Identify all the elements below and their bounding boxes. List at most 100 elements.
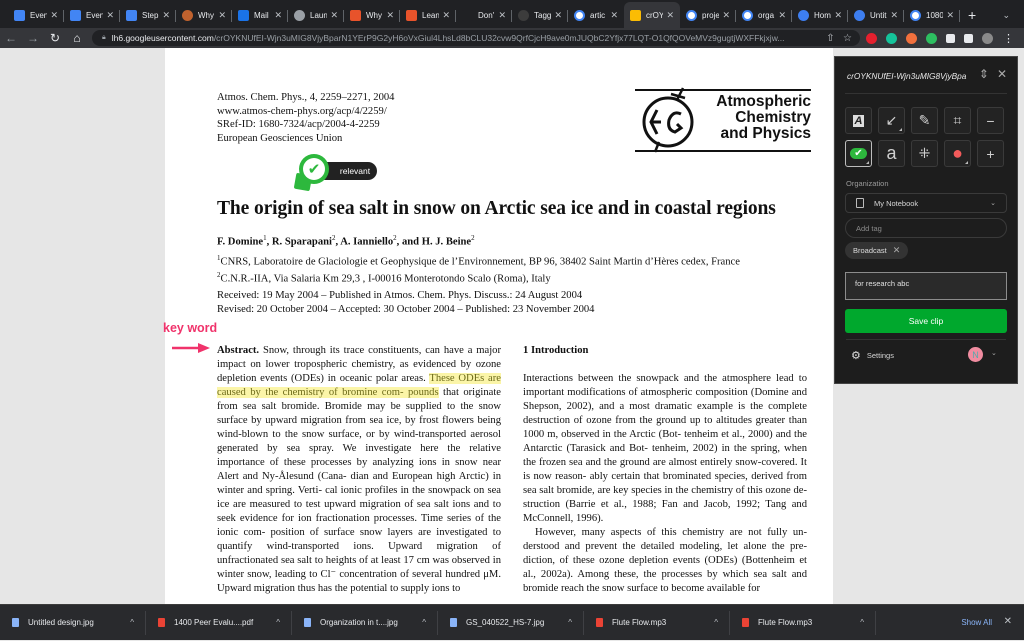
close-tab-icon[interactable]: ✕	[106, 10, 114, 21]
tool-row: ✔ a ⁜ ● +	[845, 140, 1009, 167]
egu-logo-icon	[642, 87, 694, 153]
sidepanel-icon[interactable]	[964, 33, 973, 43]
back-button[interactable]: ←	[0, 31, 22, 45]
forward-button[interactable]: →	[22, 31, 44, 45]
tab-active[interactable]: crOY ✕	[624, 2, 680, 28]
close-tab-icon[interactable]: ✕	[610, 10, 618, 21]
close-tab-icon[interactable]: ✕	[498, 10, 506, 21]
close-shelf-icon[interactable]: ✕	[1004, 616, 1012, 627]
tab[interactable]: Why ✕	[176, 2, 232, 28]
close-tab-icon[interactable]: ✕	[722, 10, 730, 21]
puzzle-extensions-icon[interactable]	[946, 33, 955, 43]
arrow-annotation-icon[interactable]	[172, 343, 210, 353]
close-tab-icon[interactable]: ✕	[946, 10, 954, 21]
tab[interactable]: Even ✕	[8, 2, 64, 28]
evernote-icon[interactable]	[926, 32, 937, 44]
tab-search-button[interactable]: ⌄	[1002, 2, 1010, 28]
tab[interactable]: Untit ✕	[848, 2, 904, 28]
close-icon[interactable]: ✕	[997, 67, 1007, 81]
new-tab-button[interactable]: +	[968, 2, 976, 28]
download-options-chevron-icon[interactable]: ^	[130, 618, 134, 627]
download-item[interactable]: Untitled design.jpg ^	[0, 605, 146, 641]
text-highlight-tool-button[interactable]: A	[845, 107, 872, 134]
remove-tag-icon[interactable]: ✕	[893, 245, 901, 256]
download-item[interactable]: 1400 Peer Evalu....pdf ^	[146, 605, 292, 641]
add-tag-input[interactable]: Add tag	[845, 218, 1007, 238]
share-icon[interactable]: ⇧	[826, 33, 834, 44]
reorder-icon[interactable]: ⇕	[979, 67, 989, 81]
bookmark-star-icon[interactable]: ☆	[843, 33, 852, 44]
text-tool-icon: a	[886, 143, 897, 163]
tab[interactable]: Mail ✕	[232, 2, 288, 28]
download-item[interactable]: GS_040522_HS-7.jpg ^	[438, 605, 584, 641]
tab[interactable]: Hom ✕	[792, 2, 848, 28]
stamp-tool-button[interactable]: ✔	[845, 140, 872, 167]
download-options-chevron-icon[interactable]: ^	[276, 618, 280, 627]
download-item[interactable]: Flute Flow.mp3 ^	[584, 605, 730, 641]
settings-button[interactable]: ⚙ Settings	[851, 349, 894, 362]
close-tab-icon[interactable]: ✕	[834, 10, 842, 21]
zoom-in-button[interactable]: +	[977, 140, 1004, 167]
text-tool-button[interactable]: a	[878, 140, 905, 167]
grammarly-icon[interactable]	[886, 32, 897, 44]
tab[interactable]: Don' ✕	[456, 2, 512, 28]
arrow-tool-icon: ↙	[885, 112, 898, 128]
close-tab-icon[interactable]: ✕	[218, 10, 226, 21]
relevant-stamp[interactable]: relevant ✔	[293, 154, 383, 194]
tag-label: Broadcast	[853, 246, 887, 255]
close-tab-icon[interactable]: ✕	[554, 10, 562, 21]
intro-paragraph: However, many aspects of this chemistry …	[523, 527, 807, 594]
download-item[interactable]: Organization in t....jpg ^	[292, 605, 438, 641]
tab[interactable]: Why ✕	[344, 2, 400, 28]
tab[interactable]: Even ✕	[64, 2, 120, 28]
close-tab-icon[interactable]: ✕	[330, 10, 338, 21]
tab[interactable]: Tagg ✕	[512, 2, 568, 28]
zoom-out-button[interactable]: −	[977, 107, 1004, 134]
notebook-select[interactable]: My Notebook ⌄	[845, 193, 1007, 213]
browser-menu-icon[interactable]: ⋮	[1003, 32, 1014, 45]
download-options-chevron-icon[interactable]: ^	[860, 618, 864, 627]
close-tab-icon[interactable]: ✕	[442, 10, 450, 21]
journal-logo: Atmospheric Chemistry and Physics	[635, 86, 811, 154]
download-options-chevron-icon[interactable]: ^	[568, 618, 572, 627]
chevron-down-icon[interactable]: ⌄	[991, 349, 997, 357]
color-picker-button[interactable]: ●	[944, 140, 971, 167]
megaphone-extension-icon[interactable]	[906, 32, 917, 44]
tab[interactable]: Laun ✕	[288, 2, 344, 28]
tab[interactable]: artic ✕	[568, 2, 624, 28]
download-options-chevron-icon[interactable]: ^	[714, 618, 718, 627]
tab[interactable]: 1080 ✕	[904, 2, 960, 28]
pixelate-tool-button[interactable]: ⁜	[911, 140, 938, 167]
note-textarea[interactable]: for research abc	[845, 272, 1007, 300]
arrow-tool-button[interactable]: ↙	[878, 107, 905, 134]
close-tab-icon[interactable]: ✕	[274, 10, 282, 21]
close-tab-icon[interactable]: ✕	[162, 10, 170, 21]
tab[interactable]: Step ✕	[120, 2, 176, 28]
keyword-annotation[interactable]: key word	[163, 321, 217, 335]
red-extension-icon[interactable]	[866, 32, 877, 44]
account-avatar[interactable]: N	[968, 347, 983, 362]
tab[interactable]: proje ✕	[680, 2, 736, 28]
close-tab-icon[interactable]: ✕	[666, 10, 674, 21]
close-tab-icon[interactable]: ✕	[50, 10, 58, 21]
download-filename: Organization in t....jpg	[320, 618, 398, 627]
home-button[interactable]: ⌂	[66, 31, 88, 45]
tag-chip[interactable]: Broadcast ✕	[845, 242, 909, 259]
address-bar[interactable]: 🔒︎ lh6.googleusercontent.com /crOYKNUfEI…	[92, 30, 860, 46]
profile-avatar-icon[interactable]	[982, 32, 993, 44]
save-clip-button[interactable]: Save clip	[845, 309, 1007, 333]
tab[interactable]: Lean ✕	[400, 2, 456, 28]
tab[interactable]: orga ✕	[736, 2, 792, 28]
close-tab-icon[interactable]: ✕	[778, 10, 786, 21]
pen-tool-button[interactable]: ✎	[911, 107, 938, 134]
ring-icon	[182, 9, 193, 21]
crop-tool-button[interactable]: ⌗	[944, 107, 971, 134]
reload-button[interactable]: ↻	[44, 31, 66, 45]
download-options-chevron-icon[interactable]: ^	[422, 618, 426, 627]
close-tab-icon[interactable]: ✕	[386, 10, 394, 21]
close-tab-icon[interactable]: ✕	[890, 10, 898, 21]
tab-label: orga	[758, 10, 775, 20]
show-all-downloads-link[interactable]: Show All	[961, 618, 992, 627]
download-item[interactable]: Flute Flow.mp3 ^	[730, 605, 876, 641]
url-host: lh6.googleusercontent.com	[111, 33, 214, 43]
